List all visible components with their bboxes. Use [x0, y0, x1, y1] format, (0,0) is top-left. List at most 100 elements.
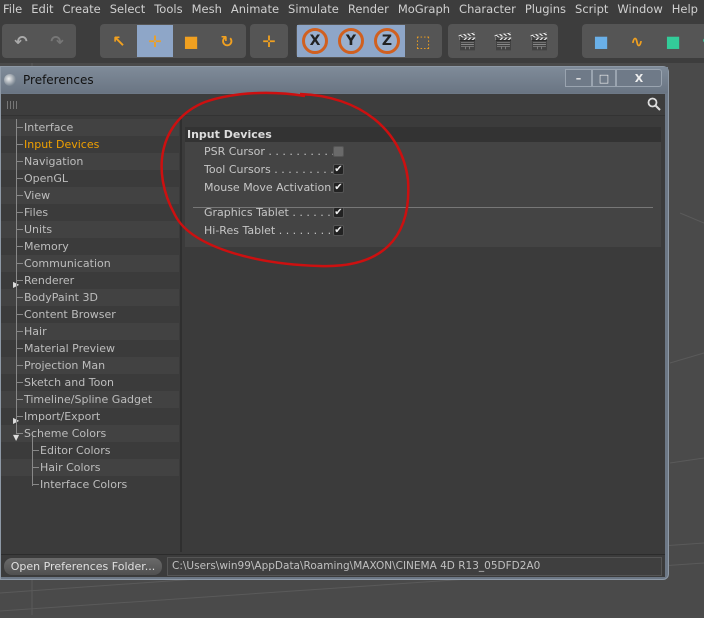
- tree-item[interactable]: Navigation: [1, 153, 179, 170]
- tree-item-label: Scheme Colors: [24, 427, 107, 440]
- tree-item-label: Interface: [24, 121, 74, 134]
- spline-icon[interactable]: ∿: [619, 25, 655, 57]
- dialog-toolbar: [1, 94, 665, 116]
- tree-item-label: Timeline/Spline Gadget: [24, 393, 153, 406]
- nurbs-icon[interactable]: ■: [655, 25, 691, 57]
- render-picture-viewer-icon[interactable]: 🎬: [485, 25, 521, 57]
- preferences-path-field[interactable]: C:\Users\win99\AppData\Roaming\MAXON\CIN…: [167, 557, 662, 576]
- tree-item[interactable]: Material Preview: [1, 340, 179, 357]
- tree-connector: [16, 144, 23, 145]
- menu-plugins[interactable]: Plugins: [522, 0, 572, 19]
- tree-item[interactable]: Editor Colors: [1, 442, 179, 459]
- open-preferences-folder-button[interactable]: Open Preferences Folder...: [4, 558, 162, 575]
- menu-character[interactable]: Character: [456, 0, 522, 19]
- tree-item[interactable]: ▶Import/Export: [1, 408, 179, 425]
- tree-item[interactable]: Projection Man: [1, 357, 179, 374]
- render-settings-icon[interactable]: 🎬: [521, 25, 557, 57]
- render-view-icon[interactable]: 🎬: [449, 25, 485, 57]
- live-selection-icon[interactable]: ↖: [101, 25, 137, 57]
- tree-connector: [16, 382, 23, 383]
- tree-item[interactable]: Units: [1, 221, 179, 238]
- separator: [193, 207, 653, 208]
- menu-animate[interactable]: Animate: [228, 0, 285, 19]
- tree-item[interactable]: Timeline/Spline Gadget: [1, 391, 179, 408]
- menu-select[interactable]: Select: [107, 0, 151, 19]
- redo-icon[interactable]: ↷: [39, 25, 75, 57]
- tree-item[interactable]: Sketch and Toon: [1, 374, 179, 391]
- undo-icon[interactable]: ↶: [3, 25, 39, 57]
- option-label: Mouse Move Activation: [204, 180, 332, 194]
- grip-icon[interactable]: [7, 101, 17, 109]
- option-checkbox[interactable]: ✔: [333, 163, 344, 175]
- tree-item[interactable]: ▼ Scheme Colors: [1, 425, 179, 442]
- menu-file[interactable]: File: [0, 0, 28, 19]
- option-label: Hi-Res Tablet . . . . . . . .: [204, 223, 332, 237]
- tree-connector: [16, 246, 23, 247]
- tree-connector: [16, 161, 23, 162]
- array-icon[interactable]: ❀: [691, 25, 704, 57]
- menu-help[interactable]: Help: [669, 0, 704, 19]
- tree-item-label: Hair Colors: [40, 461, 101, 474]
- option-checkbox[interactable]: ✔: [333, 206, 344, 218]
- tree-item[interactable]: Interface Colors: [1, 476, 179, 493]
- option-label: PSR Cursor . . . . . . . . . . .: [204, 144, 333, 158]
- menu-edit[interactable]: Edit: [28, 0, 59, 19]
- bottom-bar: Open Preferences Folder... C:\Users\win9…: [1, 554, 665, 577]
- tree-item[interactable]: BodyPaint 3D: [1, 289, 179, 306]
- tree-item[interactable]: Hair Colors: [1, 459, 179, 476]
- close-button[interactable]: X: [616, 69, 662, 87]
- minimize-button[interactable]: –: [565, 69, 592, 87]
- tree-item-label: Hair: [24, 325, 47, 338]
- tree-item-label: Projection Man: [24, 359, 106, 372]
- rotate-icon[interactable]: ↻: [209, 25, 245, 57]
- scale-icon[interactable]: ■: [173, 25, 209, 57]
- tree-item[interactable]: Input Devices: [1, 136, 179, 153]
- option-row: Graphics Tablet . . . . . . . ✔: [204, 203, 344, 221]
- option-label: Tool Cursors . . . . . . . . . .: [204, 162, 333, 176]
- preferences-dialog: Preferences – □ X Interface Input Devices…: [0, 66, 669, 580]
- tree-connector: [16, 212, 23, 213]
- option-checkbox[interactable]: ✔: [333, 224, 344, 236]
- tree-connector: [16, 365, 23, 366]
- menu-simulate[interactable]: Simulate: [285, 0, 345, 19]
- tree-item-label: Renderer: [24, 274, 75, 287]
- tree-item[interactable]: Communication: [1, 255, 179, 272]
- menu-render[interactable]: Render: [345, 0, 395, 19]
- option-row: Mouse Move Activation ✔: [204, 178, 344, 196]
- tree-item[interactable]: Memory: [1, 238, 179, 255]
- tree-connector: [16, 331, 23, 332]
- tree-line: [32, 436, 33, 486]
- tree-item-label: View: [24, 189, 51, 202]
- x-axis-icon[interactable]: X: [297, 25, 333, 57]
- tree-item[interactable]: Hair: [1, 323, 179, 340]
- world-coordinates-icon[interactable]: ⬚: [405, 25, 441, 57]
- tree-line: [16, 119, 17, 433]
- menu-mesh[interactable]: Mesh: [189, 0, 228, 19]
- menu-window[interactable]: Window: [614, 0, 668, 19]
- option-row: Hi-Res Tablet . . . . . . . . ✔: [204, 221, 344, 239]
- maximize-button[interactable]: □: [592, 69, 616, 87]
- move-icon[interactable]: ✛: [137, 25, 173, 57]
- tree-item[interactable]: Interface: [1, 119, 179, 136]
- search-icon[interactable]: [647, 97, 661, 111]
- cube-icon[interactable]: ■: [583, 25, 619, 57]
- input-devices-section: Input Devices PSR Cursor . . . . . . . .…: [185, 127, 661, 247]
- option-row: PSR Cursor . . . . . . . . . . .: [204, 142, 344, 160]
- panel-divider[interactable]: [180, 119, 182, 552]
- option-checkbox[interactable]: [333, 145, 344, 157]
- menu-script[interactable]: Script: [572, 0, 614, 19]
- tree-item[interactable]: Content Browser: [1, 306, 179, 323]
- menu-tools[interactable]: Tools: [151, 0, 188, 19]
- menu-mograph[interactable]: MoGraph: [395, 0, 456, 19]
- y-axis-icon[interactable]: Y: [333, 25, 369, 57]
- tree-item[interactable]: OpenGL: [1, 170, 179, 187]
- coordinate-icon[interactable]: ✛: [251, 25, 287, 57]
- z-axis-icon[interactable]: Z: [369, 25, 405, 57]
- tree-item[interactable]: View: [1, 187, 179, 204]
- menu-create[interactable]: Create: [60, 0, 107, 19]
- option-checkbox[interactable]: ✔: [333, 181, 344, 193]
- tree-item-label: Interface Colors: [40, 478, 128, 491]
- tree-item[interactable]: ▶Renderer: [1, 272, 179, 289]
- tree-item[interactable]: Files: [1, 204, 179, 221]
- title-bar[interactable]: Preferences – □ X: [1, 67, 668, 93]
